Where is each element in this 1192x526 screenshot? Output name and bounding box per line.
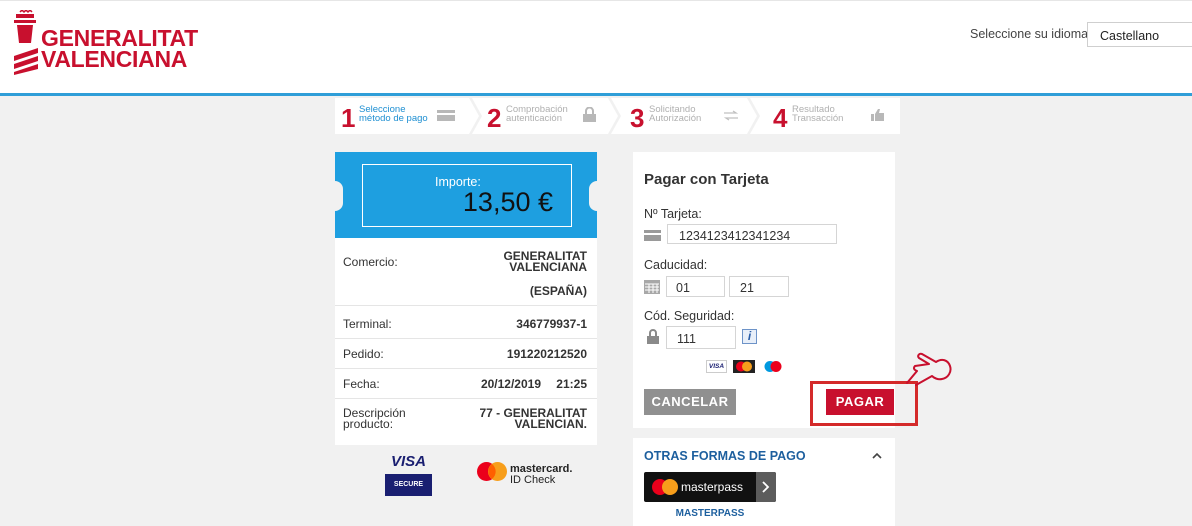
masterpass-logo-icon xyxy=(652,479,678,495)
chevron-right-icon xyxy=(762,481,770,493)
cvv-info-icon[interactable]: i xyxy=(742,329,757,344)
card-icon xyxy=(437,110,455,121)
step-1-line2: método de pago xyxy=(359,113,428,124)
fecha-value: 20/12/2019 xyxy=(480,377,541,391)
pay-button-highlight xyxy=(810,381,918,426)
coat-of-arms-icon xyxy=(14,10,38,75)
pedido-value: 191220212520 xyxy=(506,347,587,361)
masterpass-label: MASTERPASS xyxy=(675,508,745,519)
pointing-hand-icon xyxy=(906,352,952,386)
cancel-button[interactable]: CANCELAR xyxy=(644,389,736,415)
expiry-year-input[interactable]: 21 xyxy=(729,276,789,297)
maestro-logo-icon xyxy=(764,361,782,372)
other-payment-methods: OTRAS FORMAS DE PAGO masterpass MASTERPA… xyxy=(633,438,895,526)
expiry-label: Caducidad: xyxy=(644,258,708,272)
order-details: Comercio: GENERALITAT VALENCIANA (ESPAÑA… xyxy=(335,238,597,445)
ticket-notch-left xyxy=(327,181,343,211)
visa-secure-text: VISA xyxy=(390,453,426,470)
descripcion-value-line2: VALENCIAN. xyxy=(514,417,587,431)
amount-frame: Importe: 13,50 € xyxy=(362,164,572,227)
step-1-number: 1 xyxy=(341,103,356,133)
lock-icon xyxy=(647,329,659,344)
cvv-value: 111 xyxy=(677,332,697,346)
row-divider xyxy=(335,305,597,306)
lock-icon xyxy=(583,107,596,122)
pedido-label: Pedido: xyxy=(343,347,384,361)
expiry-month-input[interactable]: 01 xyxy=(666,276,725,297)
masterpass-arrow xyxy=(756,472,776,502)
comercio-country: (ESPAÑA) xyxy=(529,284,587,298)
amount-value: 13,50 € xyxy=(462,187,553,217)
row-divider xyxy=(335,338,597,339)
logo-line-1: GENERALITAT xyxy=(41,25,198,51)
info-icon-glyph: i xyxy=(747,329,752,343)
transfer-icon xyxy=(723,110,739,121)
hora-value: 21:25 xyxy=(556,377,587,391)
terminal-label: Terminal: xyxy=(343,317,392,331)
step-2-number: 2 xyxy=(487,103,502,133)
thumbs-up-icon xyxy=(871,109,884,121)
card-number-value: 1234123412341234 xyxy=(679,229,791,243)
step-3-number: 3 xyxy=(630,103,645,133)
card-number-label: Nº Tarjeta: xyxy=(644,207,702,221)
visa-logo-text: VISA xyxy=(708,363,725,370)
card-icon xyxy=(644,230,661,241)
expiry-year-value: 21 xyxy=(740,281,754,295)
step-4-number: 4 xyxy=(773,103,788,133)
ticket-notch-right xyxy=(589,181,605,211)
header: GENERALITAT VALENCIANA Seleccione su idi… xyxy=(0,0,1192,94)
visa-logo: VISA xyxy=(706,360,727,373)
terminal-value: 346779937-1 xyxy=(516,317,587,331)
masterpass-button-text: masterpass xyxy=(681,480,744,494)
descripcion-label-line2: producto: xyxy=(343,417,394,431)
visa-secure-badge: VISA SECURE xyxy=(385,453,432,497)
step-2-line2: autenticación xyxy=(506,113,562,124)
comercio-label: Comercio: xyxy=(343,255,398,269)
visa-secure-subtext: SECURE xyxy=(385,474,432,496)
chevron-up-icon[interactable] xyxy=(872,452,882,459)
logo-line-2: VALENCIANA xyxy=(41,46,188,72)
card-number-input[interactable]: 1234123412341234 xyxy=(667,224,837,244)
cvv-label: Cód. Seguridad: xyxy=(644,309,735,323)
header-divider xyxy=(0,93,1192,96)
mastercard-logo-icon xyxy=(733,360,755,373)
generalitat-logo[interactable]: GENERALITAT VALENCIANA xyxy=(12,10,198,80)
row-divider xyxy=(335,398,597,399)
mastercard-icon xyxy=(477,462,507,481)
masterpass-button[interactable]: masterpass xyxy=(644,472,776,502)
mastercard-id-check-badge: mastercard. ID Check xyxy=(477,460,577,490)
id-check-text: ID Check xyxy=(510,474,556,486)
progress-steps: 1 Seleccione método de pago 2 Comprobaci… xyxy=(335,98,900,134)
expiry-month-value: 01 xyxy=(676,281,690,295)
form-title: Pagar con Tarjeta xyxy=(644,171,769,188)
step-4-line2: Transacción xyxy=(792,113,844,124)
language-label: Seleccione su idioma xyxy=(970,27,1089,41)
step-3-line2: Autorización xyxy=(649,113,702,124)
row-divider xyxy=(335,368,597,369)
cvv-input[interactable]: 111 xyxy=(666,326,736,349)
accepted-cards: VISA xyxy=(706,360,786,374)
other-methods-title[interactable]: OTRAS FORMAS DE PAGO xyxy=(644,449,806,463)
fecha-label: Fecha: xyxy=(343,377,380,391)
language-select[interactable]: Castellano xyxy=(1087,22,1192,47)
calendar-icon xyxy=(644,280,660,294)
comercio-value-line2: VALENCIANA xyxy=(509,260,587,274)
